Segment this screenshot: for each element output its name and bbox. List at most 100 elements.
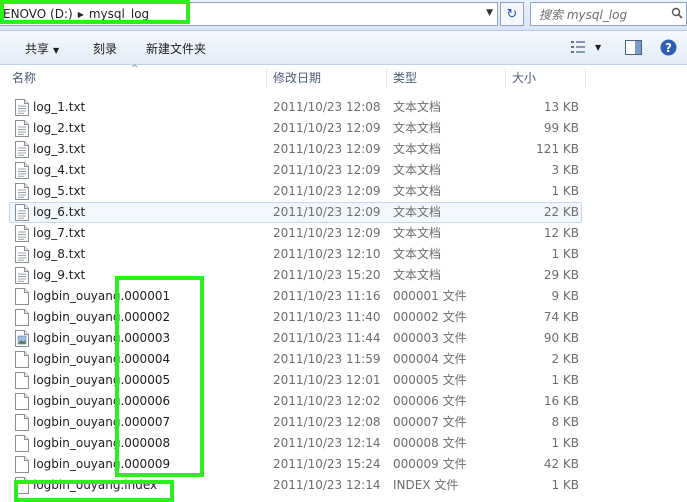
- file-row[interactable]: logbin_ouyang.000002 2011/10/23 11:40 0000…: [0, 307, 687, 328]
- file-size: 22 KB: [543, 205, 579, 219]
- text-file-icon: [15, 141, 29, 158]
- file-row[interactable]: log_6.txt 2011/10/23 12:09 文本文档 22 KB: [0, 202, 687, 223]
- file-row[interactable]: log_2.txt 2011/10/23 12:09 文本文档 99 KB: [0, 118, 687, 139]
- file-name[interactable]: log_7.txt: [33, 223, 85, 244]
- file-date: 2011/10/23 12:09: [273, 163, 381, 177]
- file-type: 文本文档: [393, 184, 442, 198]
- file-date: 2011/10/23 12:08: [273, 100, 381, 114]
- file-name[interactable]: log_5.txt: [33, 181, 85, 202]
- text-file-icon: [15, 246, 29, 263]
- file-date: 2011/10/23 15:20: [273, 268, 381, 282]
- preview-pane-button[interactable]: [625, 38, 642, 56]
- share-button[interactable]: 共享 ▼: [25, 40, 59, 57]
- file-date: 2011/10/23 12:09: [273, 184, 381, 198]
- file-type: 000008 文件: [393, 436, 467, 450]
- file-type: 文本文档: [393, 226, 442, 240]
- file-name[interactable]: log_9.txt: [33, 265, 85, 286]
- file-name[interactable]: log_3.txt: [33, 139, 85, 160]
- blank-file-icon: [15, 372, 29, 389]
- file-size: 1 KB: [551, 373, 579, 387]
- search-input[interactable]: 搜索 mysql_log: [531, 6, 668, 23]
- file-size: 121 KB: [536, 142, 579, 156]
- column-divider[interactable]: [585, 68, 586, 88]
- file-row[interactable]: logbin_ouyang.000005 2011/10/23 12:01 0000…: [0, 370, 687, 391]
- file-name[interactable]: log_8.txt: [33, 244, 85, 265]
- text-file-icon: [15, 99, 29, 116]
- file-row[interactable]: logbin_ouyang.000007 2011/10/23 12:08 0000…: [0, 412, 687, 433]
- svg-text:?: ?: [665, 41, 672, 55]
- file-type: 000001 文件: [393, 289, 467, 303]
- file-row[interactable]: logbin_ouyang.000009 2011/10/23 15:24 0000…: [0, 454, 687, 475]
- file-row[interactable]: log_9.txt 2011/10/23 15:20 文本文档 29 KB: [0, 265, 687, 286]
- highlight-box-index: [14, 480, 174, 502]
- file-size: 99 KB: [543, 121, 579, 135]
- file-size: 1 KB: [551, 184, 579, 198]
- file-date: 2011/10/23 11:16: [273, 289, 381, 303]
- file-row[interactable]: logbin_ouyang.000008 2011/10/23 12:14 0000…: [0, 433, 687, 454]
- blank-file-icon: [15, 351, 29, 368]
- view-dropdown-icon[interactable]: ▼: [595, 43, 601, 52]
- column-date-header[interactable]: 修改日期: [273, 65, 383, 91]
- column-divider[interactable]: [386, 68, 387, 88]
- file-size: 12 KB: [543, 226, 579, 240]
- file-type: 文本文档: [393, 268, 442, 282]
- file-date: 2011/10/23 12:01: [273, 373, 381, 387]
- file-row[interactable]: logbin_ouyang.000004 2011/10/23 11:59 0000…: [0, 349, 687, 370]
- column-size-header[interactable]: 大小: [512, 65, 582, 91]
- file-row[interactable]: log_3.txt 2011/10/23 12:09 文本文档 121 KB: [0, 139, 687, 160]
- file-date: 2011/10/23 11:59: [273, 352, 381, 366]
- file-date: 2011/10/23 12:14: [273, 478, 381, 492]
- search-icon[interactable]: [668, 7, 686, 22]
- file-size: 13 KB: [543, 100, 579, 114]
- file-size: 29 KB: [543, 268, 579, 282]
- file-date: 2011/10/23 12:08: [273, 415, 381, 429]
- burn-label: 刻录: [93, 42, 118, 56]
- refresh-button[interactable]: ↻: [500, 2, 524, 26]
- file-name[interactable]: log_2.txt: [33, 118, 85, 139]
- view-options-button[interactable]: ▼: [570, 38, 601, 56]
- address-history-dropdown-icon[interactable]: ▼: [486, 8, 493, 18]
- highlight-box-address: [0, 0, 190, 24]
- file-row[interactable]: log_1.txt 2011/10/23 12:08 文本文档 13 KB: [0, 97, 687, 118]
- file-size: 90 KB: [543, 331, 579, 345]
- blank-file-icon: [15, 435, 29, 452]
- file-size: 74 KB: [543, 310, 579, 324]
- text-file-icon: [15, 183, 29, 200]
- file-row[interactable]: log_5.txt 2011/10/23 12:09 文本文档 1 KB: [0, 181, 687, 202]
- help-button[interactable]: ?: [660, 38, 677, 56]
- file-type: 000005 文件: [393, 373, 467, 387]
- column-divider[interactable]: [505, 68, 506, 88]
- file-date: 2011/10/23 11:40: [273, 310, 381, 324]
- file-size: 1 KB: [551, 247, 579, 261]
- file-size: 9 KB: [551, 289, 579, 303]
- file-name[interactable]: log_4.txt: [33, 160, 85, 181]
- search-box[interactable]: 搜索 mysql_log: [530, 2, 687, 26]
- file-date: 2011/10/23 15:24: [273, 457, 381, 471]
- text-file-icon: [15, 162, 29, 179]
- file-type: 文本文档: [393, 121, 442, 135]
- file-name[interactable]: log_1.txt: [33, 97, 85, 118]
- file-size: 16 KB: [543, 394, 579, 408]
- column-type-header[interactable]: 类型: [393, 65, 503, 91]
- file-type: 000007 文件: [393, 415, 467, 429]
- file-row[interactable]: logbin_ouyang.000006 2011/10/23 12:02 0000…: [0, 391, 687, 412]
- file-row[interactable]: logbin_ouyang.000003 2011/10/23 11:44 0000…: [0, 328, 687, 349]
- file-name[interactable]: log_6.txt: [33, 202, 85, 223]
- file-row[interactable]: log_4.txt 2011/10/23 12:09 文本文档 3 KB: [0, 160, 687, 181]
- file-size: 2 KB: [551, 352, 579, 366]
- file-row[interactable]: log_7.txt 2011/10/23 12:09 文本文档 12 KB: [0, 223, 687, 244]
- file-size: 1 KB: [551, 478, 579, 492]
- file-type: 000006 文件: [393, 394, 467, 408]
- file-row[interactable]: logbin_ouyang.000001 2011/10/23 11:16 0000…: [0, 286, 687, 307]
- highlight-box-extensions: [115, 276, 204, 477]
- text-file-icon: [15, 225, 29, 242]
- column-divider[interactable]: [266, 68, 267, 88]
- file-date: 2011/10/23 12:09: [273, 121, 381, 135]
- column-name-header[interactable]: 名称: [12, 65, 262, 91]
- blank-file-icon: [15, 414, 29, 431]
- new-folder-button[interactable]: 新建文件夹: [146, 40, 206, 57]
- text-file-icon: [15, 120, 29, 137]
- file-row[interactable]: log_8.txt 2011/10/23 12:10 文本文档 1 KB: [0, 244, 687, 265]
- new-folder-label: 新建文件夹: [146, 42, 207, 56]
- burn-button[interactable]: 刻录: [93, 40, 117, 57]
